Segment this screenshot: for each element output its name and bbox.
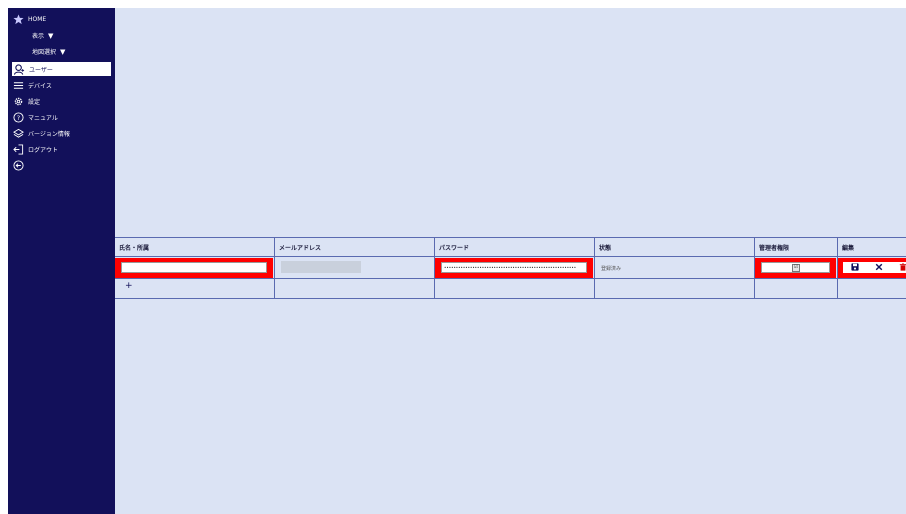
help-icon: ? bbox=[12, 111, 24, 123]
sidebar-item-label: デバイス bbox=[28, 82, 52, 90]
status-cell: 登録済み bbox=[594, 257, 754, 278]
add-user-button[interactable]: + bbox=[125, 281, 133, 291]
name-input[interactable] bbox=[121, 262, 267, 273]
password-field[interactable]: ••••••••••••••••••••••••••••••••••••••••… bbox=[441, 262, 587, 273]
gear-icon bbox=[12, 95, 24, 107]
column-header-name: 氏名・所属 bbox=[119, 245, 150, 252]
main-content: 氏名・所属 メールアドレス パスワード 状態 管理者権限 編集 ••••••••… bbox=[115, 8, 906, 514]
sidebar-item-logout[interactable]: ログアウト bbox=[12, 142, 58, 156]
save-icon[interactable] bbox=[851, 263, 859, 271]
column-header-status: 状態 bbox=[594, 238, 754, 256]
trash-icon[interactable] bbox=[899, 263, 906, 271]
column-header-admin: 管理者権限 bbox=[754, 238, 837, 256]
star-icon bbox=[12, 13, 24, 25]
sidebar-item-version[interactable]: バージョン情報 bbox=[12, 126, 70, 140]
sidebar-item-settings[interactable]: 設定 bbox=[12, 94, 40, 108]
chevron-down-icon: ▼ bbox=[60, 47, 66, 56]
map-select-label: 地図選択 bbox=[32, 49, 57, 56]
table-row: ••••••••••••••••••••••••••••••••••••••••… bbox=[115, 257, 906, 279]
chevron-down-icon: ▼ bbox=[48, 31, 54, 40]
home-link[interactable]: HOME bbox=[12, 12, 46, 26]
sidebar-item-users[interactable]: ユーザー bbox=[12, 62, 111, 76]
svg-text:?: ? bbox=[16, 113, 19, 121]
sidebar-item-label: ユーザー bbox=[29, 66, 53, 74]
sidebar-item-devices[interactable]: デバイス bbox=[12, 78, 52, 92]
view-label: 表示 bbox=[32, 33, 45, 40]
add-cell: + bbox=[115, 279, 274, 298]
back-arrow-icon bbox=[12, 159, 24, 171]
logout-icon bbox=[12, 143, 24, 155]
sidebar-item-label: ログアウト bbox=[28, 146, 59, 154]
password-cell: ••••••••••••••••••••••••••••••••••••••••… bbox=[434, 257, 594, 278]
email-cell bbox=[274, 257, 434, 278]
edit-actions bbox=[843, 262, 906, 273]
empty-cell bbox=[754, 279, 837, 298]
empty-cell bbox=[274, 279, 434, 298]
table-header: 氏名・所属 メールアドレス パスワード 状態 管理者権限 編集 bbox=[115, 237, 906, 257]
empty-cell bbox=[594, 279, 754, 298]
view-dropdown[interactable]: 表示 ▼ bbox=[32, 31, 54, 41]
status-text: 登録済み bbox=[601, 266, 622, 272]
sidebar: HOME 表示 ▼ 地図選択 ▼ ユーザー デバイス 設定 ? マニュアル バー… bbox=[8, 8, 115, 514]
empty-cell bbox=[837, 279, 906, 298]
home-label: HOME bbox=[28, 15, 47, 23]
empty-cell bbox=[434, 279, 594, 298]
collapse-sidebar-button[interactable] bbox=[12, 158, 24, 172]
list-icon bbox=[12, 79, 24, 91]
name-cell bbox=[115, 257, 274, 278]
sidebar-item-label: バージョン情報 bbox=[28, 130, 70, 138]
email-field[interactable] bbox=[281, 261, 361, 273]
admin-cell: ☑ bbox=[754, 257, 837, 278]
edit-cell bbox=[837, 257, 906, 278]
user-icon bbox=[13, 63, 25, 75]
map-select-dropdown[interactable]: 地図選択 ▼ bbox=[32, 47, 66, 57]
sidebar-item-label: マニュアル bbox=[28, 114, 58, 122]
column-header-password: パスワード bbox=[434, 238, 594, 256]
admin-field: ☑ bbox=[761, 262, 830, 273]
close-icon[interactable] bbox=[875, 263, 883, 271]
sidebar-item-manual[interactable]: ? マニュアル bbox=[12, 110, 58, 124]
admin-checkbox[interactable]: ☑ bbox=[792, 264, 800, 272]
column-header-email: メールアドレス bbox=[274, 238, 434, 256]
sidebar-item-label: 設定 bbox=[28, 98, 41, 106]
add-row: + bbox=[115, 279, 906, 299]
layers-icon bbox=[12, 127, 24, 139]
column-header-edit: 編集 bbox=[837, 238, 906, 256]
